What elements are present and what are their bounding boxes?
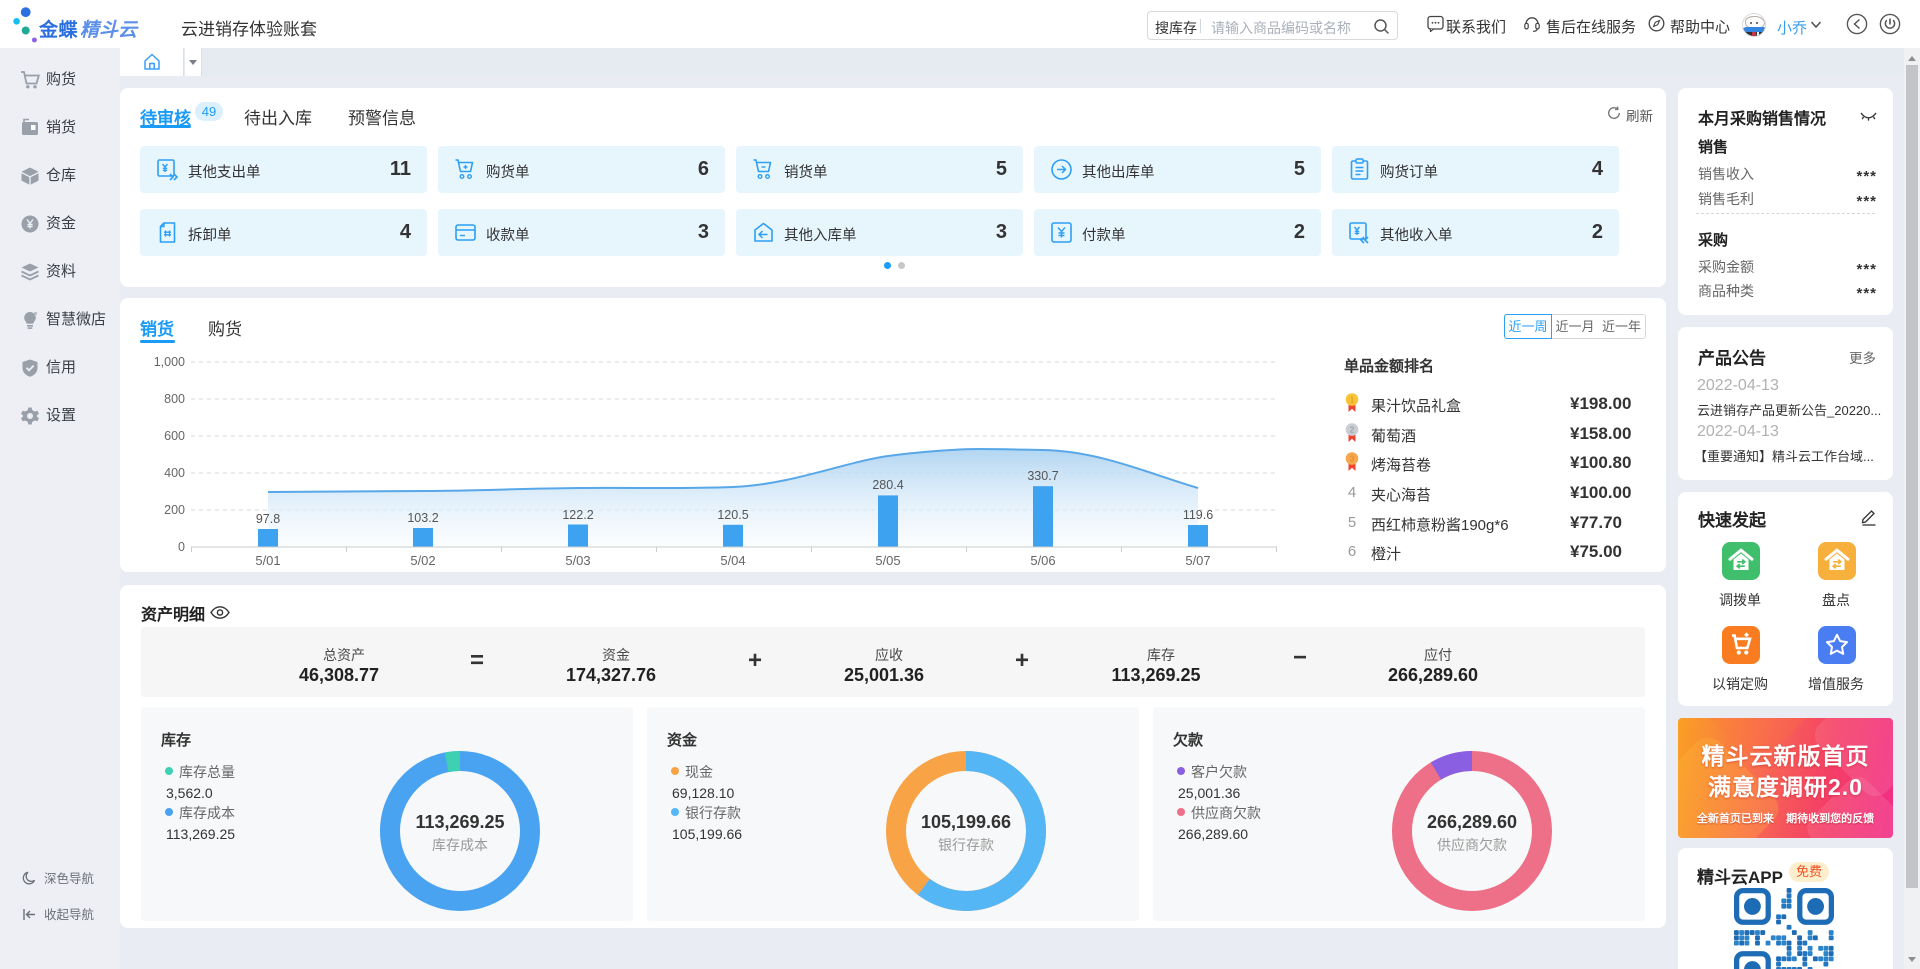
svg-text:3: 3	[1350, 454, 1355, 463]
svg-text:1: 1	[1350, 395, 1355, 404]
svg-text:2: 2	[1350, 425, 1355, 434]
